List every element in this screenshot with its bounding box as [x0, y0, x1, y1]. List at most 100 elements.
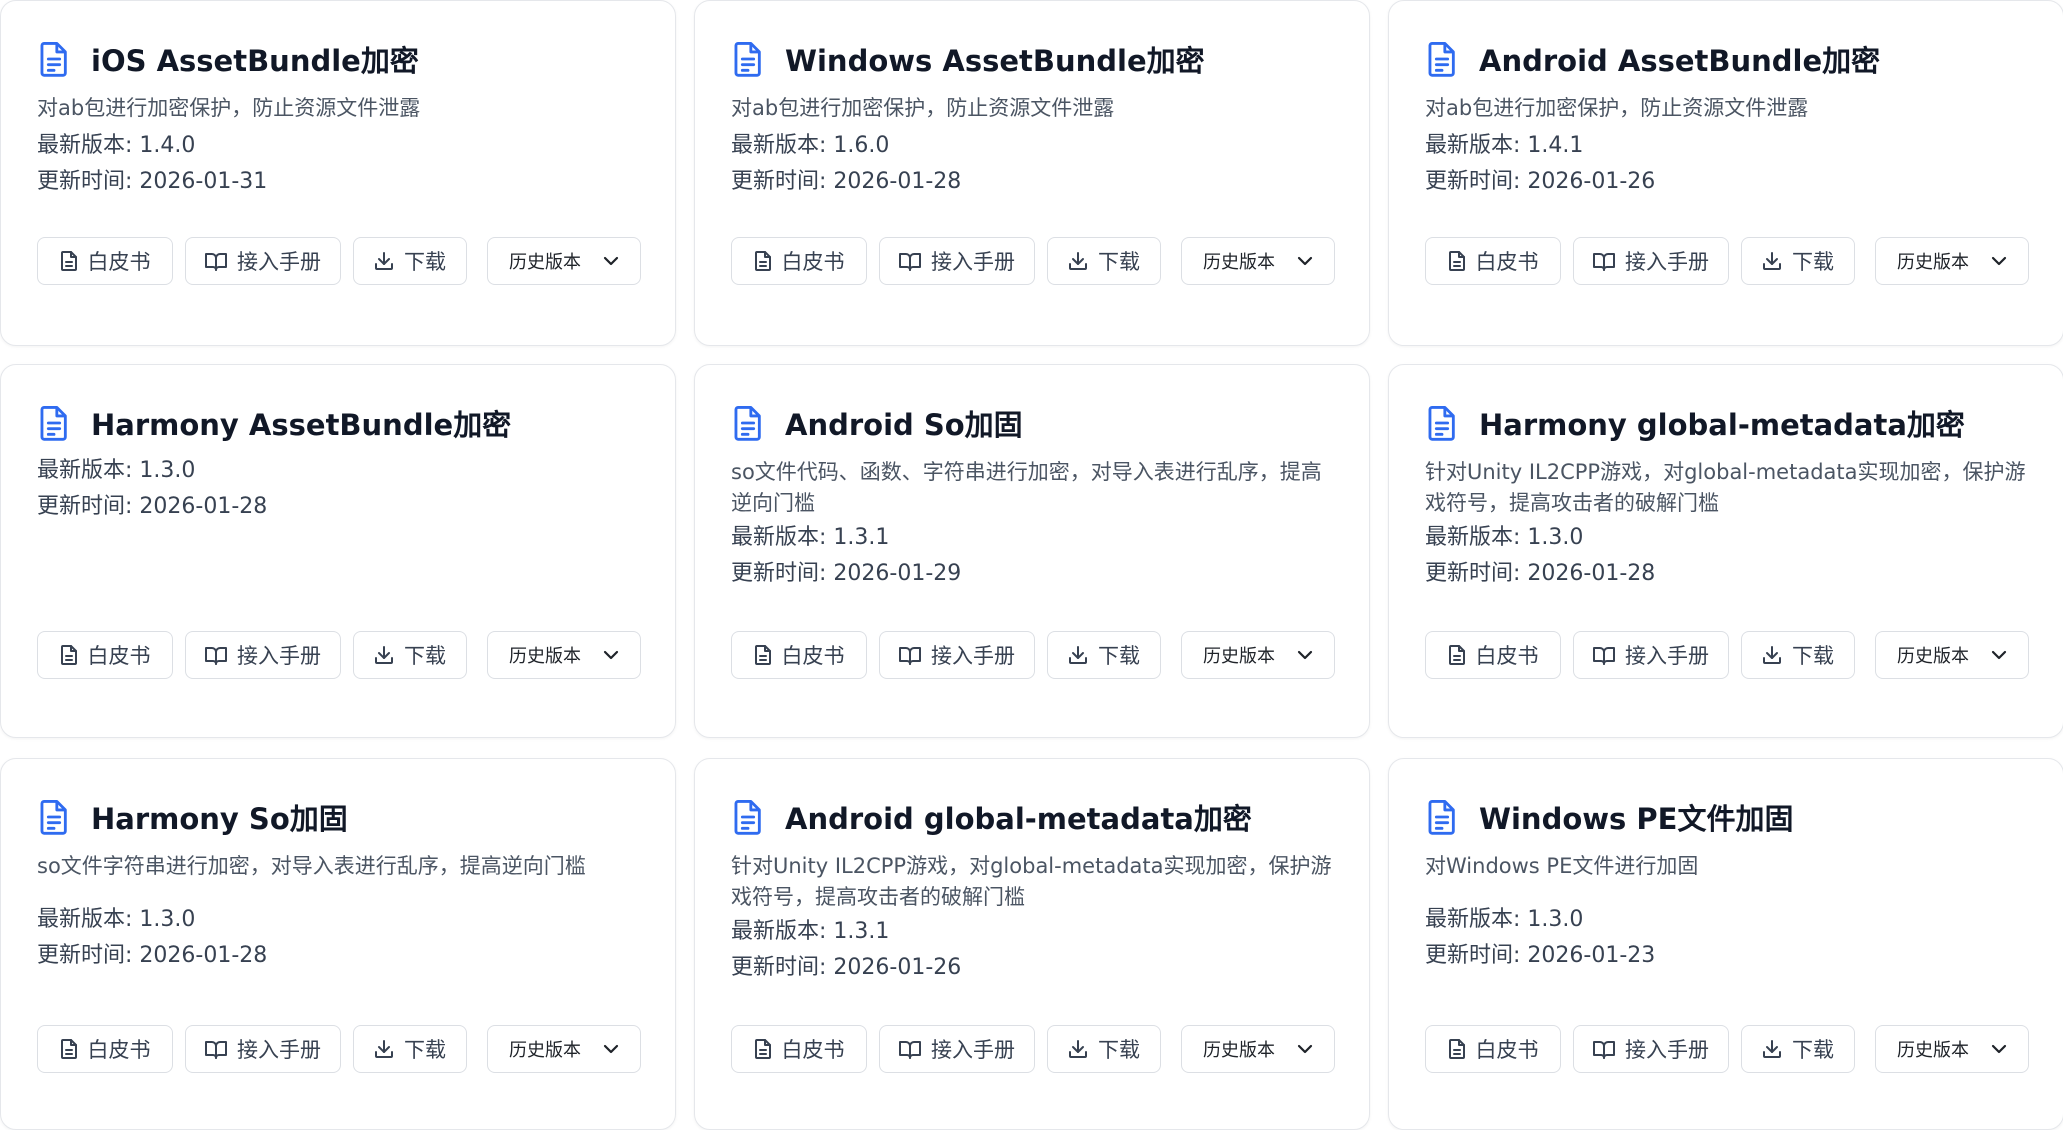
card-header: Windows PE文件加固 — [1425, 795, 1793, 839]
product-title: Android So加固 — [785, 408, 1023, 442]
file-icon — [1448, 251, 1465, 271]
whitepaper-button[interactable]: 白皮书 — [37, 1025, 173, 1073]
whitepaper-button[interactable]: 白皮书 — [1425, 1025, 1561, 1073]
history-version-dropdown[interactable]: 历史版本 — [487, 237, 641, 285]
card-content: Harmony global-metadata加密针对Unity IL2CPP游… — [1425, 365, 2029, 737]
download-button[interactable]: 下载 — [353, 237, 467, 285]
manual-button[interactable]: 接入手册 — [879, 1025, 1035, 1073]
file-icon — [60, 251, 77, 271]
updated-value: 2026-01-28 — [833, 169, 962, 194]
download-button-label: 下载 — [1792, 644, 1834, 668]
whitepaper-button[interactable]: 白皮书 — [731, 1025, 867, 1073]
manual-button-label: 接入手册 — [931, 644, 1015, 668]
manual-button[interactable]: 接入手册 — [879, 237, 1035, 285]
history-version-dropdown[interactable]: 历史版本 — [1181, 1025, 1335, 1073]
whitepaper-button[interactable]: 白皮书 — [731, 237, 867, 285]
manual-button-label: 接入手册 — [1625, 644, 1709, 668]
updated-value: 2026-01-28 — [1527, 561, 1656, 586]
manual-button[interactable]: 接入手册 — [185, 237, 341, 285]
update-time: 更新时间: 2026-01-31 — [37, 164, 267, 200]
product-card-grid: iOS AssetBundle加密 对ab包进行加密保护，防止资源文件泄露 最新版本… — [0, 0, 2063, 1130]
download-button-label: 下载 — [1098, 644, 1140, 668]
latest-version: 最新版本: 1.3.0 — [1425, 520, 1583, 556]
manual-button[interactable]: 接入手册 — [879, 631, 1035, 679]
product-description: 针对Unity IL2CPP游戏，对global-metadata实现加密，保护… — [731, 854, 1332, 909]
download-button[interactable]: 下载 — [1047, 237, 1161, 285]
product-description: 对Windows PE文件进行加固 — [1425, 854, 1699, 878]
file-icon — [754, 1039, 771, 1059]
history-version-dropdown-label: 历史版本 — [509, 646, 581, 667]
manual-button[interactable]: 接入手册 — [1573, 631, 1729, 679]
history-version-dropdown[interactable]: 历史版本 — [1181, 631, 1335, 679]
card-actions: 白皮书 接入手册 下载 历史版本 — [37, 631, 641, 681]
product-card: Windows PE文件加固 对Windows PE文件进行加固 最新版本: 1.3… — [1388, 758, 2063, 1130]
download-button[interactable]: 下载 — [1741, 237, 1855, 285]
card-actions: 白皮书 接入手册 下载 历史版本 — [731, 1025, 1335, 1075]
card-header: Android So加固 — [731, 401, 1023, 445]
product-description: 针对Unity IL2CPP游戏，对global-metadata实现加密，保护… — [1425, 460, 2026, 515]
update-time: 更新时间: 2026-01-26 — [1425, 164, 1655, 200]
product-card: Android So加固 so文件代码、函数、字符串进行加密，对导入表进行乱序，提… — [694, 364, 1370, 738]
card-header: Harmony global-metadata加密 — [1425, 401, 1965, 445]
whitepaper-button-label: 白皮书 — [87, 1038, 151, 1062]
product-card: Harmony AssetBundle加密 最新版本: 1.3.0 更新时间: 20… — [0, 364, 676, 738]
card-content: Windows PE文件加固 对Windows PE文件进行加固 最新版本: 1.3… — [1425, 759, 2029, 1129]
update-time: 更新时间: 2026-01-28 — [1425, 556, 1655, 592]
book-open-icon — [205, 647, 227, 665]
product-card: Android AssetBundle加密 对ab包进行加密保护，防止资源文件泄露… — [1388, 0, 2063, 346]
history-version-dropdown[interactable]: 历史版本 — [1875, 631, 2029, 679]
update-time: 更新时间: 2026-01-26 — [731, 950, 961, 986]
history-version-dropdown[interactable]: 历史版本 — [487, 631, 641, 679]
whitepaper-button[interactable]: 白皮书 — [1425, 237, 1561, 285]
whitepaper-button-label: 白皮书 — [781, 644, 845, 668]
card-content: Android global-metadata加密针对Unity IL2CPP游… — [731, 759, 1335, 1129]
updated-label: 更新时间: — [731, 169, 834, 194]
history-version-dropdown[interactable]: 历史版本 — [1875, 237, 2029, 285]
card-header: Harmony So加固 — [37, 795, 348, 839]
manual-button[interactable]: 接入手册 — [1573, 237, 1729, 285]
manual-button[interactable]: 接入手册 — [185, 1025, 341, 1073]
version-value: 1.3.0 — [139, 907, 196, 932]
update-time: 更新时间: 2026-01-29 — [731, 556, 961, 592]
whitepaper-button[interactable]: 白皮书 — [731, 631, 867, 679]
product-card: Harmony So加固 so文件字符串进行加密，对导入表进行乱序，提高逆向门槛最… — [0, 758, 676, 1130]
manual-button-label: 接入手册 — [1625, 250, 1709, 274]
chevron-down-icon — [1297, 650, 1313, 660]
card-header: Windows AssetBundle加密 — [731, 37, 1205, 81]
version-label: 最新版本: — [731, 133, 834, 158]
history-version-dropdown-label: 历史版本 — [509, 252, 581, 273]
file-icon — [1448, 645, 1465, 665]
book-open-icon — [1593, 253, 1615, 271]
updated-value: 2026-01-29 — [833, 561, 962, 586]
book-open-icon — [899, 647, 921, 665]
chevron-down-icon — [603, 256, 619, 266]
whitepaper-button-label: 白皮书 — [87, 250, 151, 274]
whitepaper-button[interactable]: 白皮书 — [37, 631, 173, 679]
manual-button[interactable]: 接入手册 — [185, 631, 341, 679]
card-header: Android global-metadata加密 — [731, 795, 1252, 839]
product-card: Android global-metadata加密针对Unity IL2CPP游… — [694, 758, 1370, 1130]
card-actions: 白皮书 接入手册 下载 历史版本 — [1425, 1025, 2029, 1075]
history-version-dropdown[interactable]: 历史版本 — [1875, 1025, 2029, 1073]
updated-value: 2026-01-31 — [139, 169, 268, 194]
manual-button[interactable]: 接入手册 — [1573, 1025, 1729, 1073]
file-icon — [60, 645, 77, 665]
download-button-label: 下载 — [404, 250, 446, 274]
download-button[interactable]: 下载 — [1741, 1025, 1855, 1073]
history-version-dropdown[interactable]: 历史版本 — [487, 1025, 641, 1073]
download-button[interactable]: 下载 — [353, 1025, 467, 1073]
card-header: iOS AssetBundle加密 — [37, 37, 419, 81]
download-button[interactable]: 下载 — [1741, 631, 1855, 679]
updated-value: 2026-01-28 — [139, 943, 268, 968]
whitepaper-button[interactable]: 白皮书 — [37, 237, 173, 285]
history-version-dropdown[interactable]: 历史版本 — [1181, 237, 1335, 285]
update-time: 更新时间: 2026-01-28 — [37, 938, 267, 974]
card-content: Harmony So加固 so文件字符串进行加密，对导入表进行乱序，提高逆向门槛最… — [37, 759, 641, 1129]
product-title: Harmony So加固 — [91, 802, 348, 836]
card-header: Harmony AssetBundle加密 — [37, 401, 511, 445]
book-open-icon — [899, 253, 921, 271]
download-button[interactable]: 下载 — [1047, 631, 1161, 679]
download-button[interactable]: 下载 — [1047, 1025, 1161, 1073]
whitepaper-button[interactable]: 白皮书 — [1425, 631, 1561, 679]
download-button[interactable]: 下载 — [353, 631, 467, 679]
